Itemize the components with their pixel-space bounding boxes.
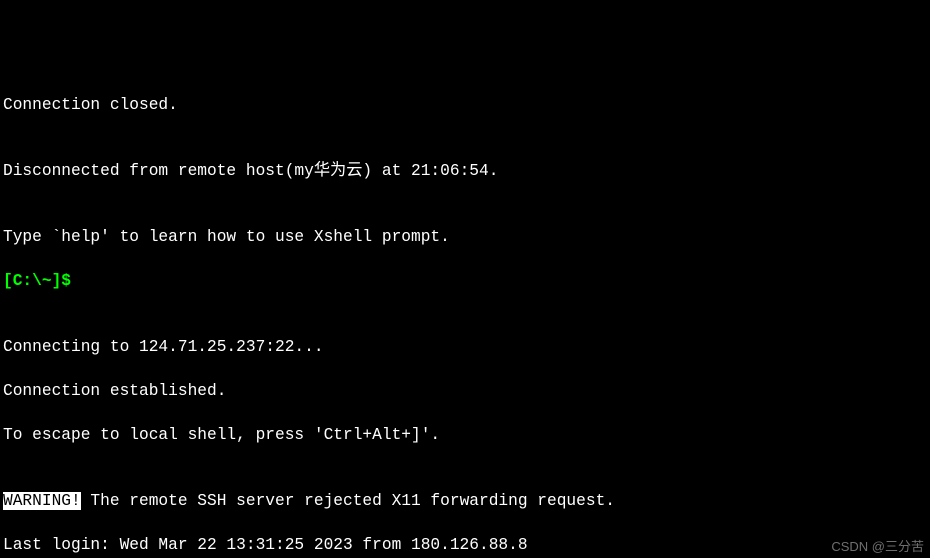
term-line: Disconnected from remote host(my华为云) at … bbox=[3, 160, 927, 182]
term-line[interactable]: [C:\~]$ bbox=[3, 270, 927, 292]
text: To escape to local shell, press 'Ctrl+Al… bbox=[3, 426, 440, 444]
term-line: To escape to local shell, press 'Ctrl+Al… bbox=[3, 424, 927, 446]
text: Disconnected from remote host(my bbox=[3, 162, 314, 180]
text: 华为云 bbox=[314, 162, 363, 180]
term-line: Connection closed. bbox=[3, 94, 927, 116]
term-line: WARNING! The remote SSH server rejected … bbox=[3, 490, 927, 512]
text: Connecting to 124.71.25.237:22... bbox=[3, 338, 324, 356]
watermark: CSDN @三分苦 bbox=[831, 536, 924, 558]
term-line: Last login: Wed Mar 22 13:31:25 2023 fro… bbox=[3, 534, 927, 556]
text: Type `help' to learn how to use Xshell p… bbox=[3, 228, 450, 246]
term-line: Connecting to 124.71.25.237:22... bbox=[3, 336, 927, 358]
warning-badge: WARNING! bbox=[3, 492, 81, 510]
term-line: Type `help' to learn how to use Xshell p… bbox=[3, 226, 927, 248]
text: ) at 21:06:54. bbox=[362, 162, 498, 180]
text: Connection established. bbox=[3, 382, 226, 400]
text: The remote SSH server rejected X11 forwa… bbox=[81, 492, 615, 510]
local-prompt: [C:\~]$ bbox=[3, 272, 71, 290]
text: Last login: Wed Mar 22 13:31:25 2023 fro… bbox=[3, 536, 528, 554]
text: Connection closed. bbox=[3, 96, 178, 114]
term-line: Connection established. bbox=[3, 380, 927, 402]
